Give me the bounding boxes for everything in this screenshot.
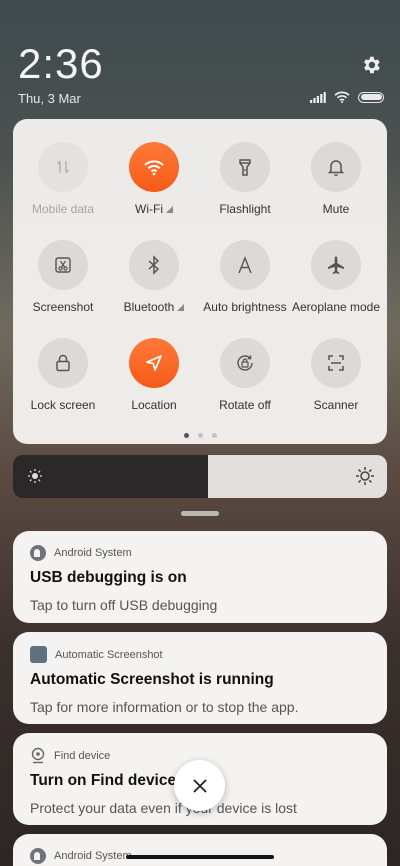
- notification-title: USB debugging is on: [30, 569, 187, 586]
- tile-bluetooth[interactable]: Bluetooth: [106, 240, 202, 314]
- battery-icon: [358, 91, 384, 103]
- tile-label: Auto brightness: [203, 300, 287, 314]
- signal-icon: [310, 91, 326, 103]
- tile-label: Mute: [322, 202, 350, 216]
- brightness-low-icon: [28, 469, 42, 483]
- notification-body: Tap for more information or to stop the …: [30, 699, 299, 715]
- notification-card[interactable]: Android System: [13, 834, 387, 866]
- tile-mobile-data[interactable]: Mobile data: [15, 142, 111, 216]
- auto-brightness-icon[interactable]: [220, 240, 270, 290]
- tile-screenshot[interactable]: Screenshot: [15, 240, 111, 314]
- flashlight-icon[interactable]: [220, 142, 270, 192]
- tile-label: Bluetooth: [123, 300, 175, 314]
- mobile-data-icon[interactable]: [38, 142, 88, 192]
- tile-wifi[interactable]: Wi-Fi: [106, 142, 202, 216]
- tile-label: Mobile data: [31, 202, 95, 216]
- tile-scanner[interactable]: Scanner: [288, 338, 384, 412]
- find-device-icon: [31, 747, 45, 764]
- android-system-icon: [30, 545, 46, 561]
- tile-label: Screenshot: [32, 300, 94, 314]
- tile-label: Lock screen: [30, 398, 96, 412]
- android-system-icon: [30, 848, 46, 864]
- notification-card[interactable]: Automatic Screenshot Automatic Screensho…: [13, 632, 387, 724]
- airplane-icon[interactable]: [311, 240, 361, 290]
- page-dot[interactable]: [211, 433, 217, 438]
- notification-app-name: Find device: [54, 749, 111, 762]
- notification-body: Tap to turn off USB debugging: [30, 597, 218, 613]
- status-icons: [310, 91, 384, 103]
- notification-title: Automatic Screenshot is running: [30, 671, 274, 688]
- expand-triangle-icon: [165, 205, 173, 213]
- screenshot-icon[interactable]: [38, 240, 88, 290]
- tile-label: Rotate off: [219, 398, 271, 412]
- notification-card[interactable]: Android System USB debugging is on Tap t…: [13, 531, 387, 623]
- tile-label: Flashlight: [219, 202, 271, 216]
- tile-rotate-off[interactable]: Rotate off: [197, 338, 293, 412]
- page-dot[interactable]: [197, 433, 203, 438]
- notification-app-name: Android System: [54, 547, 132, 559]
- wifi-icon[interactable]: [129, 142, 179, 192]
- automatic-screenshot-icon: [30, 646, 47, 663]
- expand-triangle-icon: [177, 303, 185, 311]
- brightness-high-icon: [356, 467, 374, 485]
- tile-flashlight[interactable]: Flashlight: [197, 142, 293, 216]
- tile-label: Location: [131, 398, 177, 412]
- clear-all-button[interactable]: [174, 760, 225, 811]
- tile-aeroplane-mode[interactable]: Aeroplane mode: [288, 240, 384, 314]
- location-icon[interactable]: [129, 338, 179, 388]
- tile-mute[interactable]: Mute: [288, 142, 384, 216]
- tile-label-bluetooth: Bluetooth: [124, 300, 185, 314]
- tile-label: Wi-Fi: [135, 202, 163, 216]
- page-dot[interactable]: [183, 433, 189, 438]
- tile-lock-screen[interactable]: Lock screen: [15, 338, 111, 412]
- tile-label-wifi: Wi-Fi: [135, 202, 173, 216]
- bell-icon[interactable]: [311, 142, 361, 192]
- tile-auto-brightness[interactable]: Auto brightness: [197, 240, 293, 314]
- lock-icon[interactable]: [38, 338, 88, 388]
- tile-label: Aeroplane mode: [291, 300, 381, 314]
- close-icon: [192, 778, 207, 793]
- brightness-slider-track[interactable]: [208, 455, 387, 498]
- notification-app-name: Automatic Screenshot: [55, 648, 163, 661]
- tile-location[interactable]: Location: [106, 338, 202, 412]
- brightness-slider[interactable]: [13, 455, 387, 498]
- page-indicator: [13, 433, 387, 438]
- home-indicator[interactable]: [126, 855, 274, 859]
- bluetooth-icon[interactable]: [129, 240, 179, 290]
- tile-label: Scanner: [313, 398, 359, 412]
- gear-icon[interactable]: [360, 54, 382, 76]
- date-label[interactable]: Thu, 3 Mar: [18, 91, 81, 106]
- notification-app-name: Android System: [54, 850, 132, 862]
- brightness-slider-fill[interactable]: [13, 455, 208, 498]
- scanner-icon[interactable]: [311, 338, 361, 388]
- clock-time[interactable]: 2:36: [18, 40, 104, 88]
- wifi-icon: [334, 91, 350, 103]
- drag-handle[interactable]: [181, 511, 219, 516]
- rotate-lock-icon[interactable]: [220, 338, 270, 388]
- quick-settings-panel: Mobile data Wi-Fi Flashlight Mute Screen…: [13, 119, 387, 444]
